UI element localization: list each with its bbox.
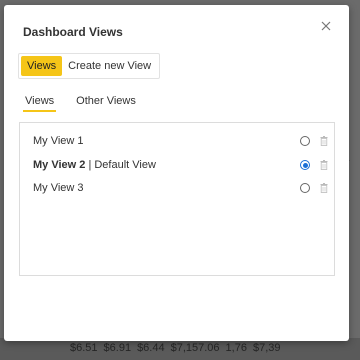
- trash-icon[interactable]: [320, 136, 328, 146]
- views-sub-tabs: Views Other Views: [23, 95, 138, 112]
- background-values: $6.51 $6.91 $6.44 $7,157.06 1,76 $7,39: [0, 342, 360, 360]
- trash-icon[interactable]: [320, 160, 328, 170]
- view-label: My View 3: [33, 182, 84, 194]
- trash-icon[interactable]: [320, 183, 328, 193]
- close-button[interactable]: [317, 17, 335, 35]
- view-radio[interactable]: [300, 136, 310, 146]
- modal-title: Dashboard Views: [23, 25, 123, 39]
- bg-value: $6.44: [137, 342, 165, 354]
- view-name: My View 3: [33, 182, 84, 194]
- view-radio[interactable]: [300, 160, 310, 170]
- view-label: My View 2 | Default View: [33, 159, 156, 171]
- view-radio[interactable]: [300, 183, 310, 193]
- subtab-other-views[interactable]: Other Views: [74, 95, 138, 112]
- bg-value: $6.51: [70, 342, 98, 354]
- view-suffix: | Default View: [85, 159, 156, 171]
- list-item[interactable]: My View 3: [20, 178, 334, 198]
- bg-value: $7,157.06: [170, 342, 220, 354]
- views-list: My View 1 My View 2 | Default View My Vi…: [19, 122, 335, 276]
- list-item[interactable]: My View 2 | Default View: [20, 155, 334, 175]
- view-name: My View 2: [33, 159, 86, 171]
- tab-views[interactable]: Views: [21, 56, 63, 76]
- bg-value: $7,39: [252, 342, 281, 354]
- tab-create-new-view[interactable]: Create new View: [64, 54, 159, 78]
- bg-value: $6.91: [103, 342, 132, 354]
- dashboard-views-modal: Dashboard Views Views Create new View Vi…: [4, 5, 349, 341]
- view-mode-tabs: Views Create new View: [18, 53, 161, 79]
- view-name: My View 1: [33, 135, 84, 147]
- view-label: My View 1: [33, 135, 84, 147]
- bg-value: 1,76: [225, 342, 247, 354]
- list-item[interactable]: My View 1: [20, 131, 334, 151]
- close-icon: [321, 21, 331, 31]
- subtab-views[interactable]: Views: [23, 95, 57, 112]
